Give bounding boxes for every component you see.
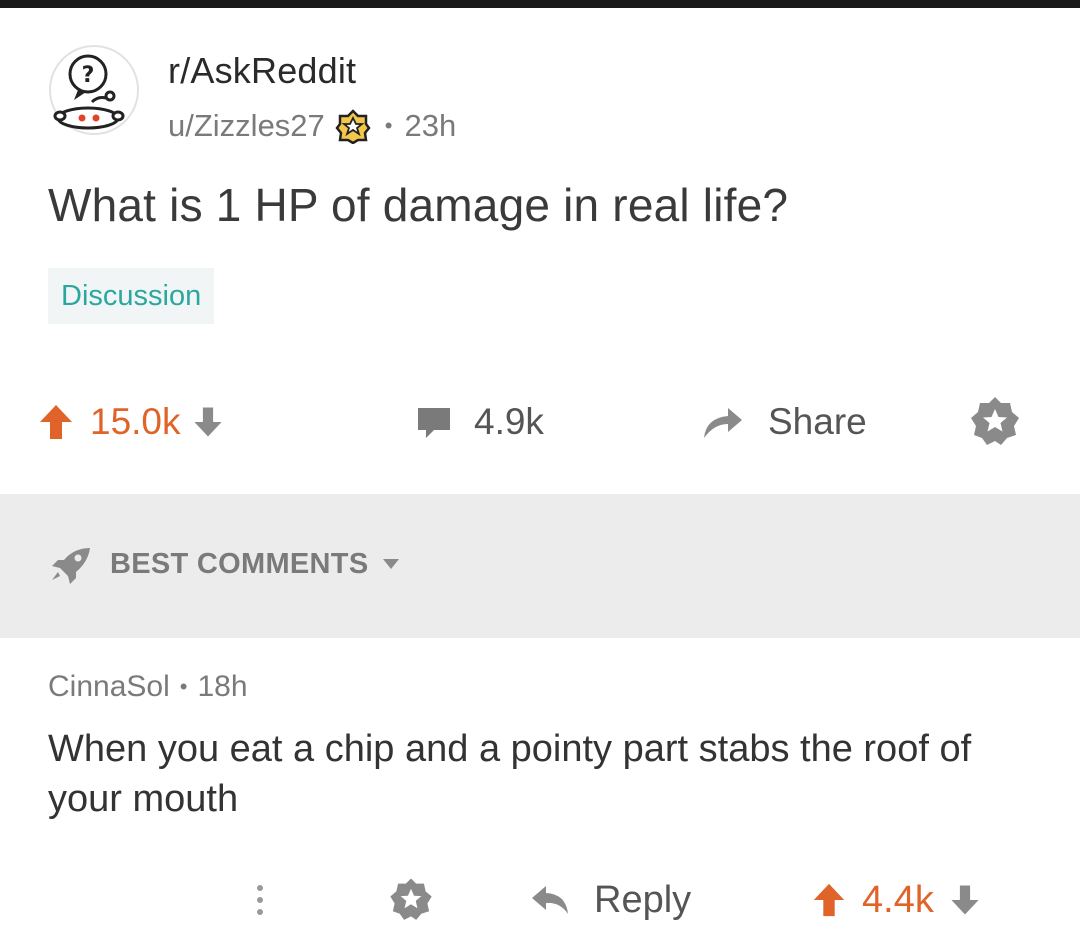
comment-separator: •	[179, 674, 188, 699]
comment-sort-band: BEST COMMENTS	[0, 494, 1080, 638]
sort-label: BEST COMMENTS	[110, 547, 369, 580]
comment-more-button[interactable]	[250, 868, 270, 932]
arrow-down-icon[interactable]	[948, 883, 982, 917]
post-meta: u/Zizzles27 • 23h	[168, 104, 456, 148]
star-icon	[390, 878, 432, 920]
share-label: Share	[768, 401, 867, 442]
speech-bubble-icon	[418, 408, 450, 438]
star-icon	[971, 397, 1019, 445]
top-border	[0, 0, 1080, 8]
post-flair[interactable]: Discussion	[48, 268, 215, 324]
comment-save-button[interactable]	[386, 868, 436, 932]
save-button[interactable]	[966, 392, 1024, 452]
reply-label: Reply	[594, 878, 692, 921]
sort-selector[interactable]: BEST COMMENTS	[48, 542, 400, 586]
comment-vote-group: 4.4k	[810, 868, 982, 932]
post-header: ? r/AskReddit u/Zizzles27 • 23h	[48, 40, 948, 144]
post-action-bar: 15.0k 4.9k Share	[0, 392, 1080, 452]
vertical-ellipsis-icon	[257, 885, 263, 915]
comment-action-bar: Reply 4.4k	[0, 868, 1080, 932]
svg-text:?: ?	[82, 63, 95, 88]
author-name[interactable]: u/Zizzles27	[168, 108, 325, 144]
comment-count: 4.9k	[474, 401, 544, 442]
arrow-down-icon[interactable]	[191, 405, 225, 439]
rocket-icon	[52, 548, 90, 584]
post-age: 23h	[404, 108, 457, 143]
reply-arrow-icon	[532, 886, 568, 914]
meta-separator: •	[384, 113, 393, 138]
comment-score: 4.4k	[862, 878, 934, 921]
arrow-up-icon[interactable]	[36, 402, 76, 442]
caret-down-icon	[383, 559, 400, 569]
post-score: 15.0k	[90, 401, 181, 442]
reply-button[interactable]: Reply	[528, 868, 691, 932]
comments-button[interactable]: 4.9k	[414, 392, 544, 452]
share-button[interactable]: Share	[700, 392, 867, 452]
comment-meta: CinnaSol • 18h	[48, 670, 248, 704]
arrow-up-icon[interactable]	[810, 881, 848, 919]
post-title[interactable]: What is 1 HP of damage in real life?	[48, 178, 788, 232]
subreddit-name[interactable]: r/AskReddit	[168, 50, 356, 92]
askreddit-snoo-icon[interactable]: ?	[48, 44, 140, 136]
comment-author[interactable]: CinnaSol	[48, 670, 170, 704]
vote-group: 15.0k	[36, 392, 225, 452]
comment-age: 18h	[197, 670, 248, 703]
comment-body: When you eat a chip and a pointy part st…	[48, 728, 972, 820]
award-badge-icon	[335, 109, 371, 144]
share-arrow-icon	[704, 408, 742, 438]
